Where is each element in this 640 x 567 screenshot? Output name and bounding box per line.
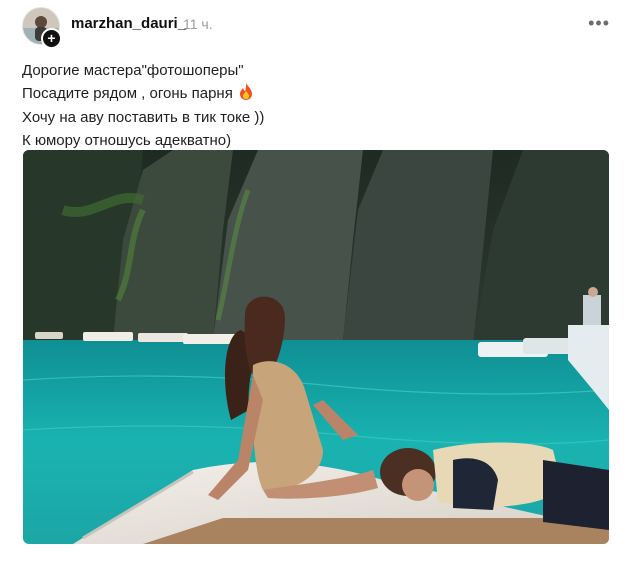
username[interactable]: marzhan_dauri_ bbox=[71, 15, 186, 32]
more-horizontal-icon[interactable]: ••• bbox=[588, 14, 610, 32]
post-text-line: Посадите рядом , огонь парня bbox=[22, 82, 612, 108]
avatar[interactable]: + bbox=[22, 7, 62, 49]
plus-icon[interactable]: + bbox=[41, 28, 62, 49]
post-photo[interactable] bbox=[23, 150, 609, 544]
fire-emoji-icon bbox=[239, 82, 253, 108]
post-text: Дорогие мастера"фотошоперы" Посадите ряд… bbox=[22, 60, 612, 152]
post-text-line: К юмору отношусь адекватно) bbox=[22, 131, 232, 149]
post-text-line: Хочу на аву поставить в тик токе )) bbox=[22, 109, 265, 126]
post-card: + marzhan_dauri_ 11 ч. ••• Дорогие масте… bbox=[0, 0, 640, 567]
timestamp: 11 ч. bbox=[183, 16, 213, 32]
post-text-line: Дорогие мастера"фотошоперы" bbox=[22, 62, 244, 79]
